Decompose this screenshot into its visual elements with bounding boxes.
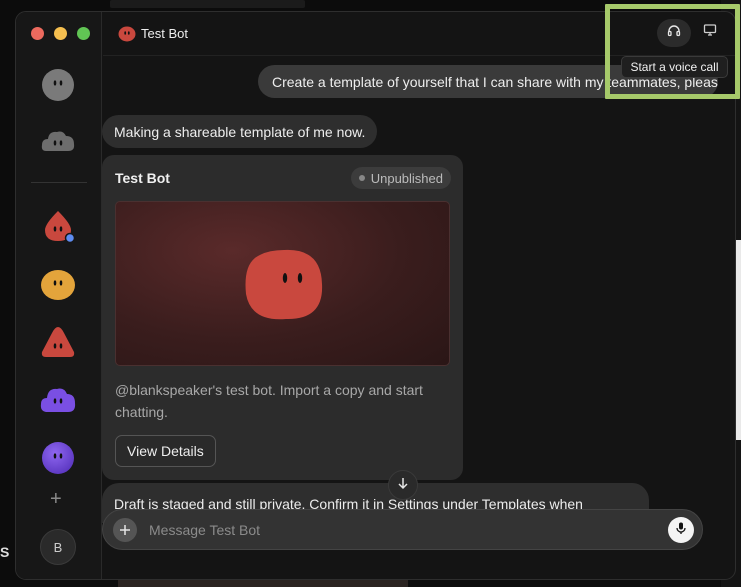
maximize-window-button[interactable]: [77, 27, 90, 40]
voice-call-tooltip: Start a voice call: [621, 56, 728, 78]
bot-avatar-icon: [118, 24, 136, 42]
status-badge-label: Unpublished: [370, 170, 443, 186]
sidebar-divider: [31, 182, 87, 183]
sidebar-bot-purple-cloud[interactable]: [40, 382, 76, 418]
screen-share-button[interactable]: [698, 20, 722, 44]
template-card-title: Test Bot: [115, 170, 170, 186]
minimize-window-button[interactable]: [54, 27, 67, 40]
sidebar: + B: [16, 12, 102, 579]
scroll-to-bottom-button[interactable]: [388, 470, 418, 500]
background-panel-edge: [736, 240, 741, 440]
status-badge: Unpublished: [350, 167, 451, 189]
voice-call-button[interactable]: [657, 19, 691, 47]
template-description: @blankspeaker's test bot. Import a copy …: [115, 382, 423, 420]
bot-message: Making a shareable template of me now.: [102, 115, 378, 148]
add-bot-button[interactable]: +: [50, 488, 62, 511]
attach-button[interactable]: [113, 518, 137, 542]
window-controls: [31, 27, 90, 40]
message-input[interactable]: [149, 510, 629, 549]
sidebar-bot-yellow-blob[interactable]: [40, 266, 76, 302]
sidebar-bot-purple-ball[interactable]: [40, 440, 76, 476]
headset-icon: [667, 24, 681, 43]
template-preview-image: [115, 201, 450, 366]
template-card: Test Bot Unpublished @blankspeaker's tes…: [102, 155, 463, 480]
view-details-button[interactable]: View Details: [115, 435, 216, 467]
monitor-icon: [703, 23, 717, 42]
arrow-down-icon: [396, 476, 410, 495]
sidebar-bot-gray-blob[interactable]: [40, 67, 76, 103]
background-thumbnail-strip: [118, 580, 408, 587]
background-window-strip: [110, 0, 305, 8]
sidebar-bot-red-drop[interactable]: [40, 208, 76, 244]
close-window-button[interactable]: [31, 27, 44, 40]
microphone-icon: [674, 521, 688, 540]
plus-icon: [119, 520, 131, 541]
user-avatar-button[interactable]: B: [40, 529, 76, 565]
microphone-button[interactable]: [668, 517, 694, 543]
sidebar-bot-gray-cloud[interactable]: [40, 125, 76, 161]
background-letter: S: [0, 544, 10, 560]
chat-title: Test Bot: [141, 26, 188, 41]
sidebar-bot-red-triangle[interactable]: [40, 324, 76, 360]
status-dot-icon: [358, 175, 365, 181]
message-composer: [102, 509, 703, 550]
